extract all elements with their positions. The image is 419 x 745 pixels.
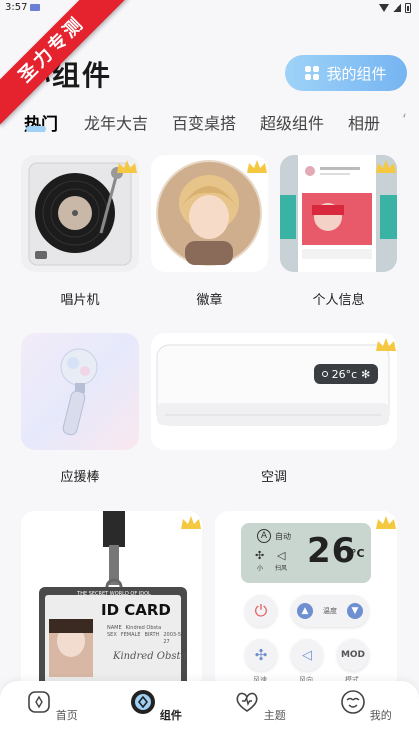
air-conditioner-image — [156, 344, 390, 426]
mode-button[interactable]: MOD — [337, 639, 369, 671]
nav-widgets-label: 组件 — [159, 709, 182, 722]
signal-icon — [393, 4, 401, 12]
nav-home[interactable]: 首页 — [22, 689, 82, 723]
tab-album[interactable]: 相册 — [348, 110, 380, 134]
tab-more-hint: ‘ — [402, 110, 408, 129]
id-sex: FEMALE — [120, 632, 141, 638]
nav-widgets[interactable]: 组件 — [126, 689, 186, 723]
crown-icon — [376, 516, 396, 529]
wifi-icon — [379, 4, 389, 12]
snowflake-icon: ✻ — [361, 367, 371, 381]
nav-profile-label: 我的 — [369, 709, 392, 722]
nav-theme-label: 主题 — [263, 709, 286, 722]
nav-theme[interactable]: 主题 — [230, 689, 290, 723]
crown-icon — [247, 160, 267, 173]
swing-button[interactable]: ◁ — [291, 639, 323, 671]
crown-icon — [117, 160, 137, 173]
fan-small-icon: ✣ — [255, 549, 265, 562]
grid-icon — [305, 66, 320, 80]
status-time: 3:57 — [5, 2, 28, 13]
remote-sweep-label: 扫风 — [275, 565, 288, 572]
category-tabs: 热门 龙年大吉 百变桌搭 超级组件 相册 ‘ — [0, 108, 419, 138]
profile-icon — [341, 690, 366, 714]
crown-icon — [376, 338, 396, 351]
home-icon — [28, 691, 51, 713]
id-card-title: ID CARD — [101, 601, 171, 619]
ac-temp: 26°c — [331, 367, 358, 381]
id-birth-label: BIRTH — [144, 632, 160, 638]
ac-display: 26°c ✻ — [314, 364, 378, 384]
active-tab-indicator — [26, 126, 46, 132]
tab-desk[interactable]: 百变桌搭 — [172, 110, 236, 134]
light-stick-image — [60, 348, 98, 436]
nav-home-label: 首页 — [55, 709, 78, 722]
tab-super-widgets[interactable]: 超级组件 — [260, 110, 324, 134]
remote-temp: 26 — [307, 531, 357, 571]
remote-fan-label: 小 — [257, 565, 264, 572]
remote-unit: °C — [351, 547, 365, 560]
my-widgets-label: 我的组件 — [326, 64, 387, 83]
battery-icon — [405, 3, 411, 13]
crown-icon — [181, 516, 201, 529]
id-card-info: NAME Kindred Obsta SEX FEMALE BIRTH 2003… — [107, 625, 187, 646]
widget-label: 唱片机 — [60, 293, 100, 308]
auto-icon: A — [257, 529, 271, 543]
power-button[interactable]: ⏻ — [245, 595, 277, 627]
remote-screen: A 自动 26 °C ✣ 小 ◁ 扫风 — [241, 523, 371, 583]
sweep-icon: ◁ — [277, 549, 286, 562]
widget-icon — [131, 690, 156, 714]
power-indicator-icon — [321, 371, 328, 377]
bottom-nav: 首页 组件 主题 我的 — [0, 681, 419, 745]
notification-icon — [30, 4, 40, 11]
my-widgets-button[interactable]: 我的组件 — [285, 55, 407, 91]
id-name-label: NAME — [107, 625, 122, 631]
crown-icon — [376, 160, 396, 173]
id-signature: Kindred Obsta — [113, 651, 187, 662]
widget-card-ac-remote[interactable]: A 自动 26 °C ✣ 小 ◁ 扫风 ⏻ ▲ 温度 ▼ ✣ 风速 ◁ 风向 M… — [215, 511, 397, 691]
remote-mode-label: 自动 — [275, 532, 291, 541]
temperature-control: ▲ 温度 ▼ — [291, 595, 369, 627]
widget-label: 应援棒 — [60, 470, 100, 485]
wind-speed-button[interactable]: ✣ — [245, 639, 277, 671]
nav-profile[interactable]: 我的 — [336, 689, 396, 723]
widget-card-air-conditioner[interactable]: 26°c ✻ — [151, 333, 397, 450]
id-card-header: THE SECRET WORLD OF IDOL — [77, 591, 151, 597]
widget-card-light-stick[interactable] — [21, 333, 139, 450]
system-icons — [379, 3, 411, 13]
id-sex-label: SEX — [107, 632, 117, 638]
remote-temp-label: 温度 — [323, 607, 337, 615]
theme-icon — [236, 692, 258, 712]
widget-label: 个人信息 — [312, 293, 365, 308]
widget-card-id-card[interactable]: THE SECRET WORLD OF IDOL ID CARD NAME Ki… — [21, 511, 202, 691]
temp-down-button[interactable]: ▼ — [347, 603, 363, 619]
id-birth: 2003-5-27 — [163, 632, 183, 645]
temp-up-button[interactable]: ▲ — [297, 603, 313, 619]
tab-dragon-year[interactable]: 龙年大吉 — [84, 110, 148, 134]
id-name: Kindred Obsta — [125, 625, 162, 631]
widget-label: 徽章 — [196, 293, 223, 308]
widget-label: 空调 — [260, 470, 287, 485]
